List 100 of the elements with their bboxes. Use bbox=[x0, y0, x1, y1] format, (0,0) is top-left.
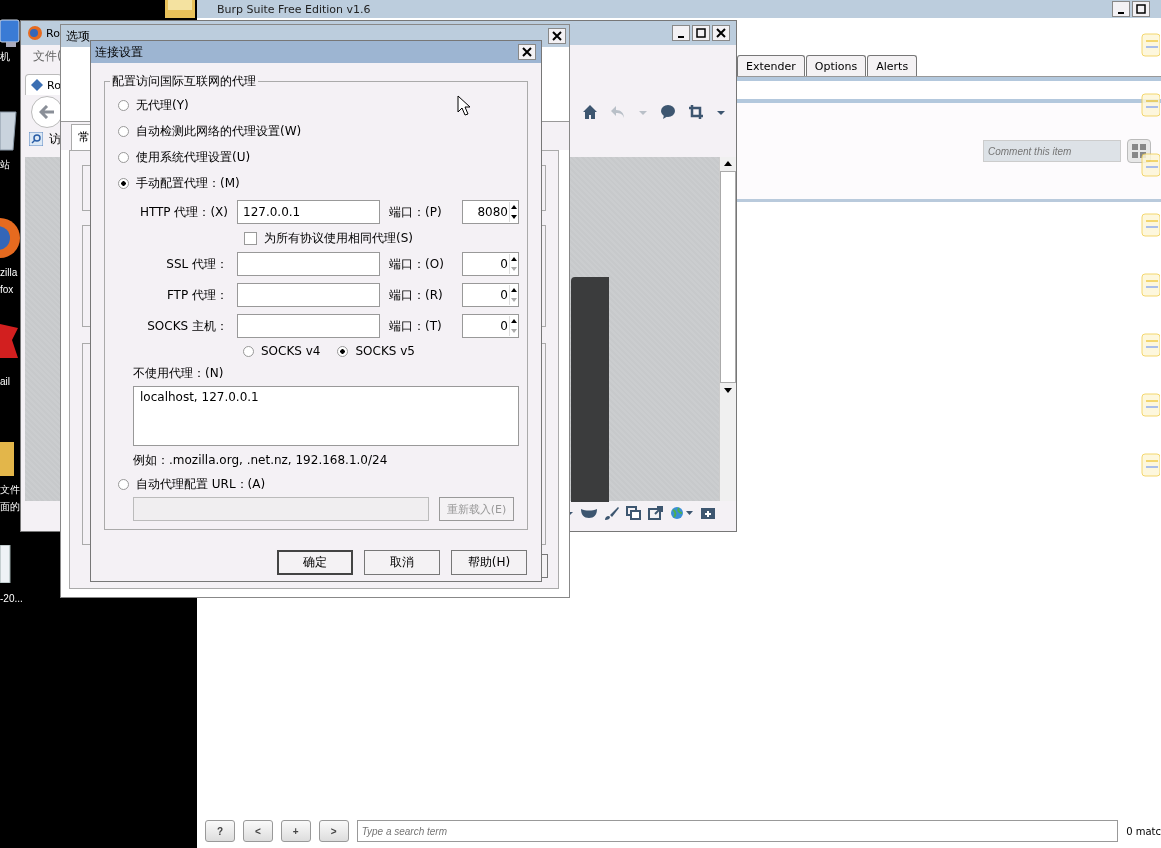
plus-box-icon[interactable] bbox=[700, 506, 716, 520]
option-label: SOCKS v4 bbox=[261, 344, 321, 358]
input-field[interactable] bbox=[237, 314, 380, 338]
match-count: 0 matc bbox=[1126, 825, 1161, 837]
dialog-button[interactable]: 帮助(H) bbox=[451, 550, 527, 575]
tab[interactable]: Extender bbox=[737, 55, 805, 76]
field-label: SSL 代理： bbox=[165, 255, 228, 273]
scrollbar[interactable] bbox=[719, 157, 736, 501]
tab[interactable]: Options bbox=[805, 55, 867, 76]
field-label: SOCKS 主机： bbox=[146, 317, 228, 335]
desktop-icon-label: ail bbox=[0, 375, 11, 389]
dialog-button[interactable]: 确定 bbox=[277, 550, 353, 575]
minimize-icon bbox=[1118, 11, 1124, 14]
minimize-icon bbox=[678, 35, 684, 38]
spinner-icon[interactable] bbox=[509, 202, 518, 222]
window-title: Burp Suite Free Edition v1.6 bbox=[217, 2, 371, 16]
window-title: Ro bbox=[46, 26, 60, 40]
browser-tab[interactable]: Ro bbox=[25, 74, 62, 95]
group-title: 配置访问国际互联网的代理 bbox=[111, 73, 257, 90]
maximize-button[interactable] bbox=[692, 25, 710, 41]
maximize-icon bbox=[696, 28, 706, 38]
option-label: 使用系统代理设置(U) bbox=[136, 148, 251, 166]
close-icon bbox=[552, 31, 562, 41]
nav-button[interactable]: + bbox=[280, 820, 311, 842]
close-icon bbox=[522, 47, 532, 57]
comment-field[interactable]: Comment this item bbox=[983, 140, 1121, 162]
search-field[interactable]: Type a search term bbox=[356, 820, 1119, 842]
port-field[interactable]: 8080 bbox=[462, 200, 519, 224]
field-label: HTTP 代理：(X) bbox=[138, 203, 228, 221]
input-field[interactable]: 127.0.0.1 bbox=[237, 200, 380, 224]
windows-icon[interactable] bbox=[626, 506, 642, 520]
field-label: FTP 代理： bbox=[165, 286, 228, 304]
maximize-icon bbox=[1136, 4, 1146, 14]
field-label: 端口：(O) bbox=[389, 255, 445, 273]
field-label: 端口：(P) bbox=[389, 203, 443, 221]
option-label: 自动代理配置 URL：(A) bbox=[136, 475, 266, 493]
share-icon[interactable] bbox=[648, 506, 664, 520]
input-field[interactable] bbox=[237, 252, 380, 276]
desktop-icon-label: 站 bbox=[0, 158, 11, 172]
back-button[interactable] bbox=[31, 96, 63, 128]
field-label: 端口：(R) bbox=[389, 286, 444, 304]
option-label: 手动配置代理：(M) bbox=[136, 174, 240, 192]
desktop-icon-label: -20... bbox=[0, 592, 20, 606]
radio-button[interactable] bbox=[118, 125, 129, 137]
close-button[interactable] bbox=[518, 44, 536, 60]
nav-button[interactable]: < bbox=[242, 820, 273, 842]
minimize-button[interactable] bbox=[1112, 1, 1130, 17]
desktop-icon-label: fox bbox=[0, 283, 15, 297]
checkbox-label: 为所有协议使用相同代理(S) bbox=[264, 229, 413, 247]
hint-text: 例如：.mozilla.org, .net.nz, 192.168.1.0/24 bbox=[133, 451, 389, 469]
radio-button[interactable] bbox=[118, 99, 129, 111]
option-label: 无代理(Y) bbox=[136, 96, 189, 114]
checkbox[interactable] bbox=[244, 231, 257, 245]
input-field[interactable] bbox=[133, 497, 429, 521]
desktop-icon-label: 文件 bbox=[0, 483, 20, 497]
close-button[interactable] bbox=[712, 25, 730, 41]
home-icon[interactable] bbox=[582, 104, 598, 120]
bookmark-item[interactable]: 访 bbox=[49, 130, 61, 148]
radio-button[interactable] bbox=[337, 345, 349, 357]
desktop-icon-label: 面的 bbox=[0, 500, 20, 514]
close-icon bbox=[716, 28, 726, 38]
back-arrow-icon bbox=[39, 105, 55, 119]
option-label: 自动检测此网络的代理设置(W) bbox=[136, 122, 302, 140]
spinner-icon[interactable] bbox=[509, 285, 518, 305]
computer-icon[interactable] bbox=[0, 18, 20, 48]
nav-button[interactable]: ? bbox=[205, 820, 235, 842]
globe-icon bbox=[27, 25, 43, 41]
radio-button[interactable] bbox=[118, 478, 129, 490]
port-field[interactable]: 0 bbox=[462, 314, 519, 338]
input-field[interactable] bbox=[237, 283, 380, 307]
radio-button[interactable] bbox=[118, 177, 129, 189]
minimize-button[interactable] bbox=[672, 25, 690, 41]
diamond-icon bbox=[30, 78, 44, 92]
port-field[interactable]: 0 bbox=[462, 283, 519, 307]
cursor-icon bbox=[457, 95, 471, 117]
menu-item[interactable]: 文件( bbox=[33, 47, 62, 65]
search-icon bbox=[29, 132, 43, 146]
close-button[interactable] bbox=[548, 28, 566, 44]
document-icon[interactable] bbox=[0, 545, 12, 583]
tab[interactable]: Alerts bbox=[867, 55, 918, 76]
spinner-icon[interactable] bbox=[509, 254, 518, 274]
text-area[interactable]: localhost, 127.0.0.1 bbox=[133, 386, 519, 446]
desktop-icon-label: 机 bbox=[0, 50, 11, 64]
port-field[interactable]: 0 bbox=[462, 252, 519, 276]
chat-icon[interactable] bbox=[660, 104, 676, 120]
radio-button[interactable] bbox=[118, 151, 129, 163]
crop-icon[interactable] bbox=[688, 104, 704, 120]
field-label: 不使用代理：(N) bbox=[133, 364, 225, 382]
globe-icon[interactable] bbox=[670, 506, 694, 520]
maximize-button[interactable] bbox=[1132, 1, 1150, 17]
radio-button[interactable] bbox=[243, 345, 254, 357]
brush-icon[interactable] bbox=[604, 506, 620, 520]
spinner-icon[interactable] bbox=[509, 316, 518, 336]
recycle-bin-icon[interactable] bbox=[0, 108, 18, 152]
dialog-button[interactable]: 取消 bbox=[364, 550, 440, 575]
nav-button[interactable]: > bbox=[318, 820, 349, 842]
option-label: SOCKS v5 bbox=[355, 344, 415, 358]
field-label: 端口：(T) bbox=[389, 317, 443, 335]
desktop-icon-label: zilla bbox=[0, 266, 19, 280]
window-title: 选项 bbox=[66, 27, 90, 45]
